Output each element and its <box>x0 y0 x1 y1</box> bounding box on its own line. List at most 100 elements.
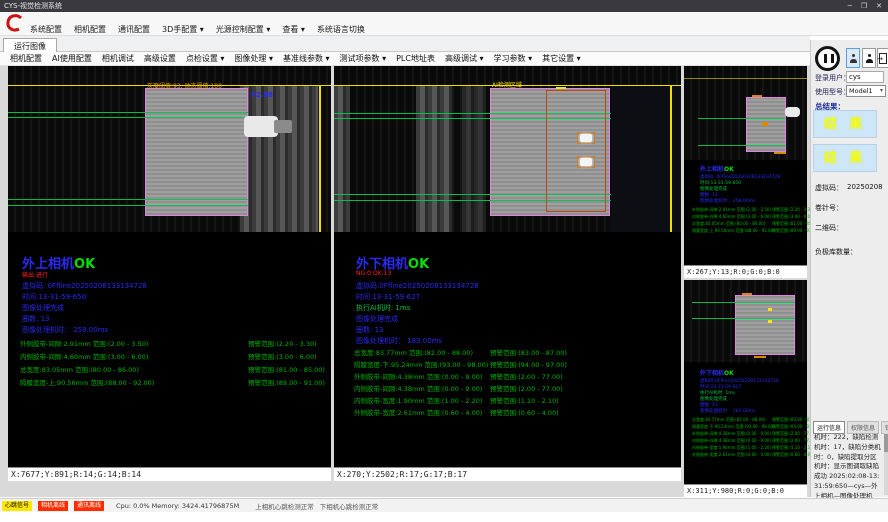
pause-button[interactable] <box>815 46 840 71</box>
measurement-row: 内侧胶带-间隙:4.38mm 范围:(0.00 - 9.00) <box>354 383 482 393</box>
model-value: Model1 <box>849 87 873 95</box>
tab-connector-blob <box>244 116 278 137</box>
measurement-row: 外侧胶带-宽度:2.61mm 范围:(0.60 - 4.00) <box>354 407 482 417</box>
measurement-row: 总宽度:83.05mm 范围:(80.00 - 86.00) <box>692 221 765 227</box>
pause-icon <box>824 54 827 63</box>
middle-camera-image[interactable]: AI检测区域 <box>334 66 681 232</box>
user-manage-button[interactable] <box>862 48 876 68</box>
toolbar-other-settings[interactable]: 其它设置 ▾ <box>542 53 581 64</box>
menu-item-system-config[interactable]: 系统配置 <box>30 24 62 35</box>
measurement-row: 外侧胶带-间隙:4.38mm 范围:(0.00 - 9.00) <box>354 371 482 381</box>
menu-item-light-config[interactable]: 光源控制配置 ▾ <box>216 24 271 35</box>
measurement-row: 隔膜宽度-下:95.24mm 范围:(93.00 - 98.00) <box>354 359 488 369</box>
user-icon <box>850 54 857 63</box>
cpu-memory-readout: Cpu: 0.0% Memory: 3424.41796875M <box>116 502 239 510</box>
camera-sub-info: 输出:进行 <box>22 270 48 279</box>
exit-door-icon: → <box>879 53 887 64</box>
log-scrollbar[interactable] <box>884 433 888 495</box>
measurement-warn: 预警范围:(0.60 - 4.00) <box>772 452 814 458</box>
left-camera-image[interactable]: 灰度阈值:93, 动态阈值:100 F2.88 <box>8 66 331 232</box>
run-log-text: 机时：222，缺陷检测机时：17，缺陷分类机时：0，缺陷提取分区机时：显示图调取… <box>814 433 882 495</box>
defect-highlight <box>768 308 772 311</box>
measure-line <box>692 318 795 319</box>
threshold-overlay-label: 灰度阈值:93, 动态阈值:100 <box>147 81 222 90</box>
edge-marker-line <box>319 85 321 232</box>
app-logo-icon <box>5 13 25 37</box>
toolbar: 相机配置 AI使用配置 相机调试 高级设置 点检设置 ▾ 图像处理 ▾ 基准线参… <box>0 52 810 66</box>
measurement-warn: 预警范围:(2.20 - 3.30) <box>248 338 317 348</box>
toolbar-plc-address-table[interactable]: PLC地址表 <box>396 53 435 64</box>
small-camera-image-bottom[interactable] <box>684 280 807 362</box>
menu-item-comm-config[interactable]: 通讯配置 <box>118 24 150 35</box>
maximize-button[interactable]: ❐ <box>861 0 867 12</box>
toolbar-camera-debug[interactable]: 相机调试 <box>102 53 134 64</box>
minimize-button[interactable]: ─ <box>848 0 852 12</box>
toolbar-camera-config[interactable]: 相机配置 <box>10 53 42 64</box>
vcode-value: 20250208 <box>847 183 883 191</box>
lower-camera-heartbeat-msg: 下相机心跳检测正常 <box>320 501 379 511</box>
stock-count-label: 负极库数量： <box>815 247 857 257</box>
menu-item-camera-config[interactable]: 相机配置 <box>74 24 106 35</box>
process-done-line: 图像处理完成 <box>22 303 64 313</box>
measurement-warn: 预警范围:(89.00 - 91.00) <box>248 377 325 387</box>
small-camera-image-top[interactable] <box>684 66 807 160</box>
small-camera-panel-bottom: 外下相机OK 虚拟码:0Ffline20250208133134728 时间:1… <box>684 280 807 497</box>
login-user-field[interactable]: cys <box>846 71 884 83</box>
camera-name-label: 外上相机 <box>700 166 724 173</box>
menu-item-language-switch[interactable]: 系统语言切换 <box>317 24 365 35</box>
measurement-warn: 预警范围:(94.00 - 97.00) <box>490 359 567 369</box>
model-select[interactable]: Model1 ▾ <box>846 85 886 97</box>
menu-item-view[interactable]: 查看 ▾ <box>282 24 305 35</box>
toolbar-advanced-debug[interactable]: 高级调试 ▾ <box>445 53 484 64</box>
edge-tick-mark <box>752 95 762 97</box>
camera-result-status: OK <box>408 257 429 272</box>
tab-strip <box>0 36 810 52</box>
barcode-line: 虚拟码:0Ffline20250208133134728 <box>356 281 479 291</box>
process-time-line: 图像处理机时： 258.00ms <box>700 198 755 204</box>
toolbar-ai-config[interactable]: AI使用配置 <box>52 53 92 64</box>
time-line: 时间:13-31-59-627 <box>356 292 420 302</box>
edge-marker-line <box>670 85 672 232</box>
measurement-row: 隔膜宽度-上:90.56mm 范围:(88.00 - 92.00) <box>692 228 775 234</box>
camera-name-label: 外下相机 <box>700 370 724 377</box>
menu-item-3d-config[interactable]: 3D手配置 ▾ <box>162 24 204 35</box>
toolbar-learning-params[interactable]: 学习参数 ▾ <box>494 53 533 64</box>
camera-result-line: 外上相机OK <box>700 164 734 173</box>
edge-tick-mark <box>556 87 566 89</box>
measure-line <box>8 199 248 200</box>
defect-highlight <box>580 134 592 142</box>
toolbar-baseline-params[interactable]: 基准线参数 ▾ <box>283 53 330 64</box>
process-time-line: 图像处理机时： 183.00ms <box>700 408 755 414</box>
measurement-warn: 预警范围:(1.10 - 2.10) <box>772 445 814 451</box>
model-label: 使用型号： <box>815 87 850 97</box>
status-bar: 心跳信号 相机离线 通讯离线 Cpu: 0.0% Memory: 3424.41… <box>0 498 888 512</box>
toolbar-advanced-settings[interactable]: 高级设置 <box>144 53 176 64</box>
defect-highlight <box>768 320 772 323</box>
tab-run-image[interactable]: 运行图像 <box>3 38 57 52</box>
toolbar-spotcheck-settings[interactable]: 点检设置 ▾ <box>186 53 225 64</box>
measurement-row: 内侧胶带-宽度:1.90mm 范围:(1.00 - 2.20) <box>354 395 482 405</box>
toolbar-test-params[interactable]: 测试项参数 ▾ <box>340 53 387 64</box>
chevron-down-icon: ▾ <box>880 87 883 94</box>
left-pixel-readout: X:7677;Y:891;R:14;G:14;B:14 <box>8 467 331 481</box>
camera-sub-info: NG:0;OK:13 <box>356 270 391 277</box>
user-login-button[interactable] <box>846 48 860 68</box>
small-top-pixel-readout: X:267;Y:13;R:0;G:0;B:0 <box>684 265 807 278</box>
measurement-warn: 预警范围:(2.00 - 77.00) <box>490 371 563 381</box>
heartbeat-signal-badge: 心跳信号 <box>2 501 32 511</box>
exit-button[interactable]: → <box>877 48 888 68</box>
pause-icon <box>831 54 834 63</box>
measurement-row: 隔膜宽度-上:90.56mm 范围:(88.00 - 92.00) <box>20 377 154 387</box>
menu-items: 系统配置 相机配置 通讯配置 3D手配置 ▾ 光源控制配置 ▾ 查看 ▾ 系统语… <box>30 24 365 35</box>
focus-tag-label: F2.88 <box>251 91 273 99</box>
measurement-row: 外侧胶带-间隙:2.91mm 范围:(2.00 - 3.50) <box>20 338 148 348</box>
toolbar-image-processing[interactable]: 图像处理 ▾ <box>234 53 273 64</box>
small-bottom-pixel-readout: X:311;Y:980;R:0;G:0;B:0 <box>684 484 807 497</box>
measure-line <box>8 112 248 113</box>
comm-offline-badge: 通讯离线 <box>74 501 104 511</box>
process-done-line: 图像处理完成 <box>356 314 398 324</box>
machinery-region <box>416 85 452 232</box>
measurement-row: 内侧胶带-间隙:4.60mm 范围:(3.00 - 6.00) <box>692 214 771 220</box>
measure-line <box>698 145 786 146</box>
close-button[interactable]: ✕ <box>876 0 882 12</box>
